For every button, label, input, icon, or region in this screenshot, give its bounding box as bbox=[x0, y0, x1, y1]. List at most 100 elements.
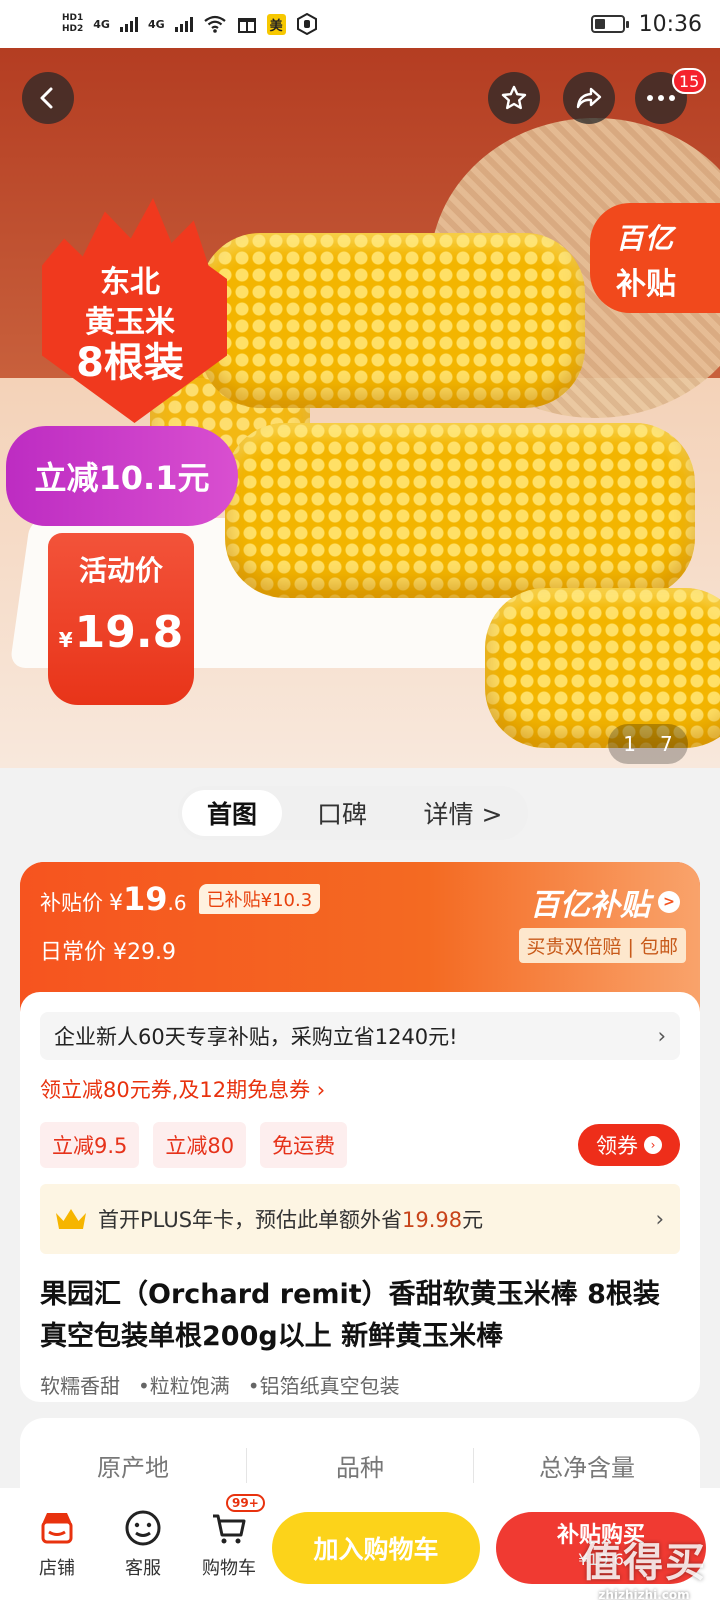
back-button[interactable] bbox=[22, 72, 74, 124]
subsidy-price-label: 补贴价 bbox=[40, 891, 103, 915]
image-counter-current: 1 bbox=[623, 732, 636, 756]
hd1-label: HD1 bbox=[62, 13, 84, 23]
add-to-cart-button[interactable]: 加入购物车 bbox=[272, 1512, 480, 1584]
plus-text: 首开PLUS年卡，预估此单额外省 bbox=[98, 1208, 403, 1232]
corn-cob-image bbox=[225, 423, 695, 598]
feature-item: 软糯香甜 bbox=[40, 1374, 120, 1398]
promo-tag: 立减80 bbox=[153, 1122, 247, 1168]
star-icon bbox=[501, 85, 527, 110]
subsidy-tag-line1: 百亿 bbox=[616, 222, 675, 255]
clock: 10:36 bbox=[638, 11, 702, 37]
image-counter-total: 7 bbox=[660, 732, 673, 756]
enterprise-subsidy-text: 企业新人60天专享补贴，采购立省1240元! bbox=[54, 1025, 458, 1049]
hd2-label: HD2 bbox=[62, 24, 84, 34]
favorite-button[interactable] bbox=[488, 72, 540, 124]
product-title: 果园汇（Orchard remit）香甜软黄玉米棒 8根装真空包装单根200g以… bbox=[40, 1279, 660, 1352]
customer-service-icon bbox=[125, 1510, 161, 1546]
image-counter: 1 7 bbox=[608, 724, 688, 764]
flame-line3: 8根装 bbox=[76, 340, 184, 386]
share-icon bbox=[576, 87, 602, 109]
cart-icon bbox=[213, 1514, 246, 1544]
corn-cob-image bbox=[485, 588, 720, 748]
customer-service-label: 客服 bbox=[125, 1558, 161, 1579]
more-dots-icon bbox=[647, 95, 675, 101]
corn-cob-image bbox=[200, 233, 585, 408]
network-label-1: 4G bbox=[93, 17, 110, 31]
network-label-2: 4G bbox=[147, 17, 165, 31]
watermark-url: zhizhizhi.com bbox=[598, 1588, 690, 1600]
promo-section: 企业新人60天专享补贴，采购立省1240元! › 领立减80元券,及12期免息券… bbox=[20, 992, 700, 1402]
subsidy-price-decimal: .6 bbox=[167, 891, 187, 915]
promo-tag: 立减9.5 bbox=[40, 1122, 140, 1168]
customer-service-button[interactable]: 客服 bbox=[100, 1508, 186, 1580]
spec-net-weight-label: 总净含量 bbox=[539, 1454, 635, 1482]
plus-membership-banner[interactable]: 首开PLUS年卡，预估此单额外省19.98元 › bbox=[40, 1184, 680, 1254]
billion-subsidy-link[interactable]: 百亿补贴 > bbox=[530, 880, 680, 924]
chevron-right-icon: › bbox=[657, 1024, 666, 1048]
plus-membership-text: 首开PLUS年卡，预估此单额外省19.98元 bbox=[98, 1204, 483, 1234]
subsidy-price-row: 补贴价 ¥ 19 .6 已补贴¥10.3 bbox=[40, 880, 321, 918]
site-watermark: 值得买 zhizhizhi.com bbox=[574, 1530, 714, 1600]
signal-icon bbox=[119, 16, 138, 32]
wifi-icon bbox=[203, 15, 226, 33]
flame-line1: 东北 bbox=[100, 265, 160, 300]
message-count-badge: 15 bbox=[672, 68, 707, 94]
cart-button[interactable]: 99+ 购物车 bbox=[186, 1494, 272, 1580]
meituan-icon: 美 bbox=[266, 13, 286, 35]
regular-price: 日常价 ¥29.9 bbox=[40, 934, 176, 966]
status-left: HD1 HD2 4G 4G 美 bbox=[62, 13, 318, 35]
product-image-carousel[interactable]: 百亿 补贴 东北 黄玉米 8根装 立减10.1元 活动价 ¥19.8 1 7 bbox=[0, 48, 720, 768]
chevron-left-icon bbox=[40, 87, 53, 109]
flame-line2: 黄玉米 bbox=[85, 305, 175, 340]
promo-tags: 立减9.5 立减80 免运费 bbox=[40, 1122, 348, 1168]
status-bar: HD1 HD2 4G 4G 美 10:36 bbox=[0, 0, 720, 48]
cart-label: 购物车 bbox=[202, 1558, 256, 1579]
tab-main-image[interactable]: 首图 bbox=[182, 790, 282, 836]
billion-subsidy-label: 百亿补贴 bbox=[530, 888, 650, 923]
flame-badge-text: 东北 黄玉米 8根装 bbox=[55, 263, 205, 383]
enterprise-subsidy-banner[interactable]: 企业新人60天专享补贴，采购立省1240元! › bbox=[40, 1012, 680, 1060]
gift-icon bbox=[237, 18, 256, 33]
shop-button[interactable]: 店铺 bbox=[14, 1508, 100, 1580]
activity-yen: ¥ bbox=[58, 628, 73, 652]
battery-icon bbox=[590, 15, 629, 33]
claim-coupon-label: 领券 bbox=[596, 1134, 638, 1158]
spec-columns: 原产地 品种 总净含量 bbox=[20, 1418, 700, 1483]
coupon-link[interactable]: 领立减80元券,及12期免息券 › bbox=[40, 1074, 325, 1104]
price-panel: 补贴价 ¥ 19 .6 已补贴¥10.3 日常价 ¥29.9 百亿补贴 > 买贵… bbox=[20, 862, 700, 1402]
activity-price-card: 活动价 ¥19.8 bbox=[48, 533, 194, 705]
chevron-right-icon: › bbox=[655, 1207, 664, 1231]
hand-icon bbox=[296, 13, 317, 35]
feature-item: •粒粒饱满 bbox=[138, 1374, 230, 1398]
spec-origin-label: 原产地 bbox=[20, 1448, 247, 1483]
subsidy-tag-line2: 补贴 bbox=[616, 267, 676, 302]
subsidy-price-header: 补贴价 ¥ 19 .6 已补贴¥10.3 日常价 ¥29.9 百亿补贴 > 买贵… bbox=[20, 862, 700, 1012]
hd-indicator: HD1 HD2 bbox=[62, 13, 83, 35]
plus-amount: 19.98 bbox=[402, 1208, 463, 1232]
share-button[interactable] bbox=[563, 72, 615, 124]
watermark-logo-text: 值得买 bbox=[581, 1540, 707, 1586]
claim-coupon-button[interactable]: 领券 › bbox=[578, 1124, 680, 1166]
shop-icon bbox=[41, 1513, 73, 1544]
status-right: 10:36 bbox=[590, 11, 702, 37]
spec-variety-label: 品种 bbox=[247, 1448, 474, 1483]
billion-subsidy-tag: 百亿 补贴 bbox=[590, 203, 720, 313]
feature-item: •铝箔纸真空包装 bbox=[247, 1374, 400, 1398]
price-guarantee-badge: 买贵双倍赔 | 包邮 bbox=[518, 928, 686, 963]
crown-icon bbox=[56, 1209, 86, 1229]
plus-unit: 元 bbox=[462, 1208, 484, 1232]
product-features: 软糯香甜 •粒粒饱满 •铝箔纸真空包装 bbox=[40, 1370, 400, 1399]
subsidy-price-yen: ¥ bbox=[109, 891, 123, 916]
image-tab-bar: 首图 口碑 详情 > bbox=[178, 786, 528, 840]
activity-price-value: 19.8 bbox=[74, 607, 184, 658]
chevron-right-icon: › bbox=[644, 1136, 662, 1154]
subsidy-price-integer: 19 bbox=[123, 880, 168, 918]
discount-pill: 立减10.1元 bbox=[6, 426, 238, 526]
activity-price: ¥19.8 bbox=[48, 607, 194, 658]
cart-count-badge: 99+ bbox=[226, 1494, 265, 1512]
chevron-right-icon: > bbox=[658, 891, 680, 913]
tab-reviews[interactable]: 口碑 bbox=[282, 790, 402, 836]
promo-tag: 免运费 bbox=[260, 1122, 348, 1168]
tab-details[interactable]: 详情 > bbox=[402, 790, 524, 836]
activity-price-label: 活动价 bbox=[78, 554, 163, 587]
